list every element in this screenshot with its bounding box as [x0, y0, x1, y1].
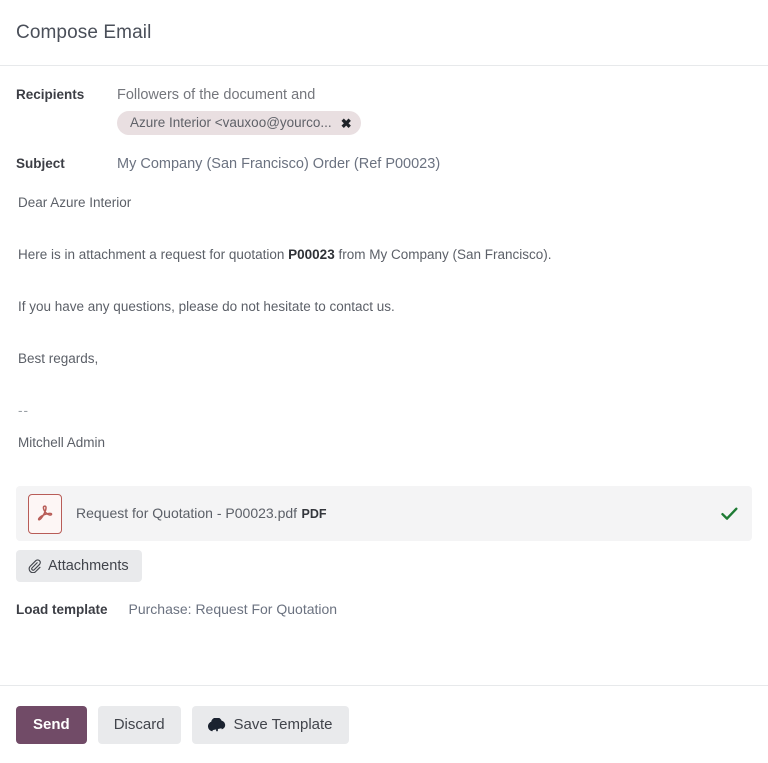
pdf-file-icon	[28, 493, 62, 534]
check-icon	[721, 507, 738, 521]
email-closing: Best regards,	[18, 351, 99, 366]
subject-row: Subject My Company (San Francisco) Order…	[16, 153, 752, 174]
attachment-type: PDF	[301, 507, 327, 521]
email-paragraph-1-suffix: from My Company (San Francisco).	[334, 247, 552, 262]
page-title: Compose Email	[16, 21, 152, 43]
email-paragraph-1-prefix: Here is in attachment a request for quot…	[18, 247, 289, 262]
recipients-field[interactable]: Followers of the document and Azure Inte…	[117, 84, 752, 135]
attachments-button-label: Attachments	[48, 558, 129, 574]
email-signature-name: Mitchell Admin	[18, 435, 106, 450]
email-paragraph-2: If you have any questions, please do not…	[18, 299, 395, 314]
paperclip-icon	[27, 559, 41, 573]
dialog-header: Compose Email	[0, 0, 768, 66]
send-button[interactable]: Send	[16, 705, 87, 744]
discard-button-label: Discard	[113, 715, 165, 733]
close-icon[interactable]: ✖	[341, 117, 352, 130]
attachment-name: Request for Quotation - P00023.pdf	[76, 505, 298, 521]
email-reference-code: P00023	[288, 247, 335, 262]
recipients-value: Followers of the document and	[117, 87, 316, 103]
recipient-tag-list: Azure Interior <vauxoo@yourco... ✖	[117, 111, 752, 135]
discard-button[interactable]: Discard	[97, 705, 181, 744]
send-button-label: Send	[33, 715, 70, 733]
dialog-body: Recipients Followers of the document and…	[0, 66, 768, 685]
recipients-row: Recipients Followers of the document and…	[16, 84, 752, 135]
load-template-row: Load template Purchase: Request For Quot…	[16, 601, 752, 617]
email-body-editor[interactable]: Dear Azure Interior Here is in attachmen…	[16, 194, 752, 452]
attachments-button[interactable]: Attachments	[16, 550, 142, 582]
email-signature-separator: --	[18, 403, 29, 418]
email-paragraph-1: Here is in attachment a request for quot…	[18, 246, 750, 264]
compose-email-dialog: Compose Email Recipients Followers of th…	[0, 0, 768, 763]
attachment-meta: Request for Quotation - P00023.pdf PDF	[76, 504, 721, 523]
subject-input[interactable]: My Company (San Francisco) Order (Ref P0…	[117, 153, 752, 174]
save-template-button-label: Save Template	[233, 715, 333, 733]
load-template-label: Load template	[16, 601, 108, 617]
dialog-footer: Send Discard Save Template	[0, 685, 768, 763]
subject-label: Subject	[16, 156, 65, 171]
attachment-card[interactable]: Request for Quotation - P00023.pdf PDF	[16, 486, 752, 541]
recipient-tag-label: Azure Interior <vauxoo@yourco...	[130, 115, 332, 130]
save-template-button[interactable]: Save Template	[191, 705, 349, 744]
recipient-tag[interactable]: Azure Interior <vauxoo@yourco... ✖	[117, 111, 361, 135]
recipients-label: Recipients	[16, 87, 85, 102]
cloud-upload-icon	[207, 717, 226, 732]
load-template-select[interactable]: Purchase: Request For Quotation	[129, 601, 338, 617]
email-greeting: Dear Azure Interior	[18, 195, 132, 210]
